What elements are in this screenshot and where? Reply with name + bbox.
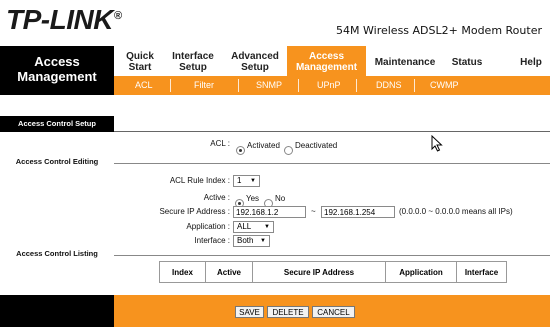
application-select[interactable]: ALL ▼ bbox=[233, 221, 274, 233]
tab-maintenance[interactable]: Maintenance bbox=[370, 49, 440, 75]
subnav-divider bbox=[238, 79, 239, 92]
ip-end-input[interactable]: 192.168.1.254 bbox=[321, 206, 395, 218]
interface-select[interactable]: Both ▼ bbox=[233, 235, 270, 247]
table-header-application: Application bbox=[385, 261, 457, 283]
acl-deactivated-label: Deactivated bbox=[295, 141, 338, 150]
subnav-divider bbox=[414, 79, 415, 92]
tab-quick-start[interactable]: Quick Start bbox=[120, 49, 160, 75]
application-label: Application : bbox=[186, 222, 230, 231]
active-label: Active : bbox=[203, 193, 230, 202]
acl-listing-table: Index Active Secure IP Address Applicati… bbox=[159, 261, 507, 283]
save-button[interactable]: SAVE bbox=[235, 306, 264, 318]
section-title: Access Management bbox=[17, 54, 97, 84]
rule-index-label: ACL Rule Index : bbox=[169, 176, 230, 185]
tab-interface-setup[interactable]: Interface Setup bbox=[166, 49, 220, 75]
mouse-cursor-icon bbox=[431, 135, 443, 152]
secure-ip-label: Secure IP Address : bbox=[159, 207, 230, 216]
subnav-divider bbox=[170, 79, 171, 92]
acl-activated-radio[interactable] bbox=[236, 140, 245, 159]
tab-status[interactable]: Status bbox=[444, 49, 490, 75]
tp-link-logo: TP-LINK® bbox=[6, 4, 122, 35]
tab-help[interactable]: Help bbox=[514, 49, 548, 75]
dropdown-arrow-icon: ▼ bbox=[264, 224, 270, 230]
interface-label: Interface : bbox=[194, 236, 230, 245]
divider bbox=[114, 163, 550, 164]
subtab-upnp[interactable]: UPnP bbox=[317, 76, 341, 95]
access-control-setup-label: Access Control Setup bbox=[18, 119, 96, 128]
delete-button[interactable]: DELETE bbox=[267, 306, 309, 318]
table-header-active: Active bbox=[205, 261, 253, 283]
access-control-listing-label: Access Control Listing bbox=[16, 249, 98, 258]
dropdown-arrow-icon: ▼ bbox=[250, 178, 256, 184]
subtab-ddns[interactable]: DDNS bbox=[376, 76, 402, 95]
ip-note: (0.0.0.0 ~ 0.0.0.0 means all IPs) bbox=[399, 207, 513, 216]
subtab-acl[interactable]: ACL bbox=[135, 76, 153, 95]
active-yes-label: Yes bbox=[246, 194, 260, 203]
subtab-cwmp[interactable]: CWMP bbox=[430, 76, 459, 95]
access-control-editing-label: Access Control Editing bbox=[15, 157, 99, 166]
table-header-row: Index Active Secure IP Address Applicati… bbox=[159, 261, 507, 283]
subtab-snmp[interactable]: SNMP bbox=[256, 76, 282, 95]
model-name: 54M Wireless ADSL2+ Modem Router bbox=[336, 24, 542, 37]
table-header-index: Index bbox=[159, 261, 206, 283]
subnav-divider bbox=[298, 79, 299, 92]
active-no-label: No bbox=[275, 194, 286, 203]
ip-range-tilde: ~ bbox=[311, 207, 316, 216]
rule-index-select[interactable]: 1 ▼ bbox=[233, 175, 260, 187]
divider bbox=[114, 255, 550, 256]
cancel-button[interactable]: CANCEL bbox=[312, 306, 355, 318]
table-header-secure-ip: Secure IP Address bbox=[252, 261, 386, 283]
tab-advanced-setup[interactable]: Advanced Setup bbox=[226, 49, 284, 75]
bottom-left-block bbox=[0, 295, 114, 327]
subtab-filter[interactable]: Filter bbox=[194, 76, 214, 95]
dropdown-arrow-icon: ▼ bbox=[260, 238, 266, 244]
divider bbox=[114, 131, 550, 132]
acl-label: ACL : bbox=[210, 139, 230, 148]
acl-activated-label: Activated bbox=[247, 141, 280, 150]
tab-access-management[interactable]: Access Management bbox=[287, 49, 366, 75]
subnav-divider bbox=[356, 79, 357, 92]
ip-start-input[interactable]: 192.168.1.2 bbox=[233, 206, 306, 218]
acl-deactivated-radio[interactable] bbox=[284, 140, 293, 159]
table-header-interface: Interface bbox=[456, 261, 507, 283]
